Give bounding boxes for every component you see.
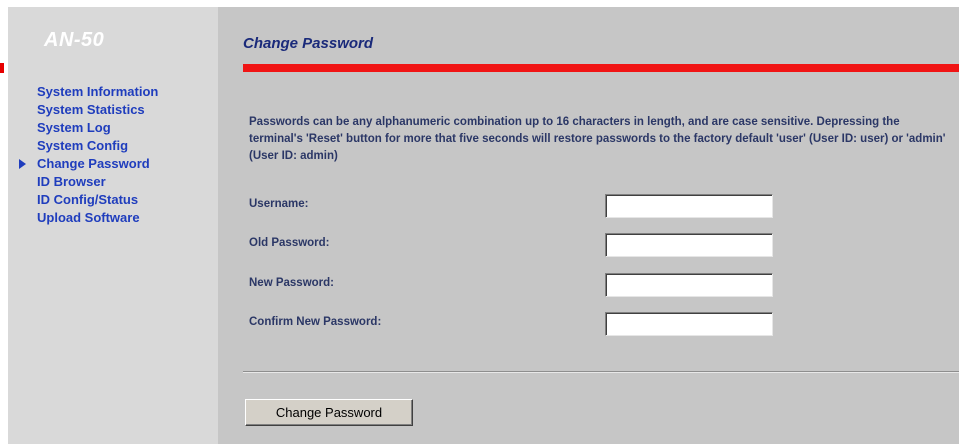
title-underline-rule (243, 64, 959, 72)
old-password-row: Old Password: (249, 233, 789, 257)
new-password-field[interactable] (605, 273, 773, 297)
old-password-field[interactable] (605, 233, 773, 257)
confirm-password-label: Confirm New Password: (249, 316, 382, 328)
username-field[interactable] (605, 194, 773, 218)
sidebar-item-label: Upload Software (37, 210, 140, 225)
new-password-label: New Password: (249, 277, 334, 289)
username-label: Username: (249, 198, 309, 210)
sidebar-item-label: System Statistics (37, 102, 145, 117)
sidebar-item-label: System Log (37, 120, 111, 135)
username-row: Username: (249, 194, 789, 218)
sidebar-item-id-config-status[interactable]: ID Config/Status (8, 191, 218, 209)
page-frame: AN-50 System Information System Statisti… (0, 7, 959, 444)
sidebar-nav: System Information System Statistics Sys… (8, 83, 218, 227)
sidebar-item-system-information[interactable]: System Information (8, 83, 218, 101)
logo: AN-50 (44, 29, 105, 51)
edge-accent-mark (0, 63, 4, 73)
sidebar-item-system-statistics[interactable]: System Statistics (8, 101, 218, 119)
main-content: Change Password Passwords can be any alp… (218, 7, 959, 444)
sidebar-item-id-browser[interactable]: ID Browser (8, 173, 218, 191)
page-title: Change Password (243, 35, 374, 52)
sidebar: AN-50 System Information System Statisti… (0, 7, 218, 444)
sidebar-item-system-config[interactable]: System Config (8, 137, 218, 155)
current-page-arrow-icon (19, 159, 26, 169)
old-password-label: Old Password: (249, 237, 330, 249)
sidebar-item-label: System Config (37, 138, 129, 153)
new-password-row: New Password: (249, 273, 789, 297)
sidebar-item-label: ID Config/Status (37, 192, 139, 207)
sidebar-item-system-log[interactable]: System Log (8, 119, 218, 137)
sidebar-item-change-password[interactable]: Change Password (8, 155, 218, 173)
sidebar-item-label: System Information (37, 84, 159, 99)
sidebar-item-upload-software[interactable]: Upload Software (8, 209, 218, 227)
password-help-text: Passwords can be any alphanumeric combin… (249, 116, 946, 162)
sidebar-item-label: Change Password (37, 156, 150, 171)
confirm-password-field[interactable] (605, 312, 773, 336)
form-divider (243, 371, 959, 373)
confirm-password-row: Confirm New Password: (249, 312, 789, 336)
sidebar-item-label: ID Browser (37, 174, 106, 189)
change-password-button[interactable]: Change Password (245, 399, 413, 426)
